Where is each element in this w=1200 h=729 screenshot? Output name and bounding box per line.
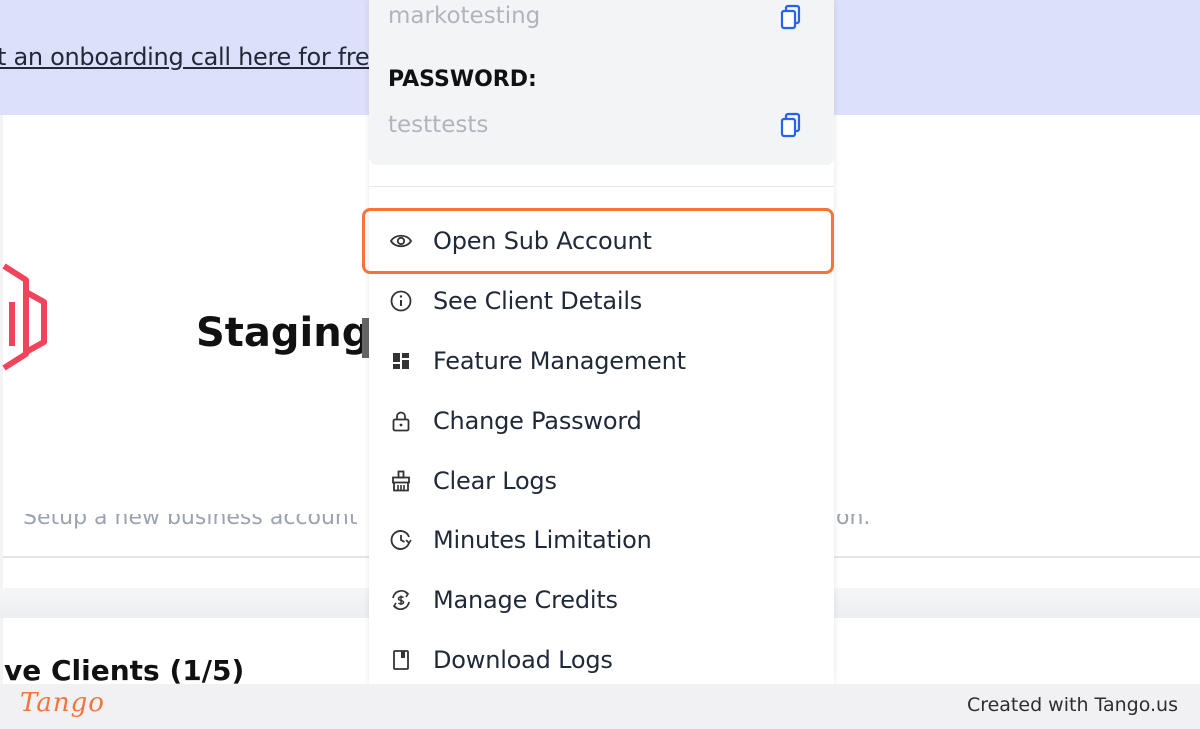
page-title: Staging (196, 310, 371, 356)
credentials-panel: markotesting PASSWORD: testtests (369, 0, 834, 165)
info-icon (390, 290, 412, 312)
tango-logo: Tango (20, 688, 105, 718)
eye-icon (390, 234, 412, 248)
broom-icon (392, 470, 410, 492)
menu-item-clear-logs[interactable]: Clear Logs (369, 453, 834, 509)
menu-item-label: Clear Logs (433, 467, 557, 495)
menu-item-label: See Client Details (433, 287, 643, 315)
created-with-tango-text: Created with Tango.us (966, 694, 1178, 716)
dropdown-divider (369, 186, 834, 187)
menu-item-feature-management[interactable]: Feature Management (369, 333, 834, 389)
clients-heading: ve Clients (1/5) (4, 654, 245, 687)
password-value: testtests (388, 112, 489, 138)
menu-item-manage-credits[interactable]: Manage Credits (369, 572, 834, 628)
copy-username-icon[interactable] (780, 4, 802, 30)
lock-icon (392, 411, 410, 432)
menu-item-open-sub-account[interactable]: Open Sub Account (369, 213, 834, 269)
menu-item-label: Open Sub Account (433, 227, 652, 255)
clock-icon (390, 530, 412, 550)
menu-item-change-password[interactable]: Change Password (369, 393, 834, 449)
account-actions-dropdown: markotesting PASSWORD: testtests Open Su… (369, 0, 834, 684)
menu-item-label: Feature Management (433, 347, 686, 375)
copy-password-icon[interactable] (780, 112, 802, 138)
menu-item-download-logs[interactable]: Download Logs (369, 632, 834, 688)
username-value: markotesting (388, 3, 541, 29)
menu-item-minutes-limitation[interactable]: Minutes Limitation (369, 512, 834, 568)
password-label: PASSWORD: (388, 67, 537, 92)
menu-item-label: Minutes Limitation (433, 526, 652, 554)
company-logo (2, 263, 47, 371)
menu-item-label: Download Logs (433, 646, 613, 674)
credits-icon (392, 590, 410, 610)
menu-item-label: Manage Credits (433, 586, 618, 614)
dashboard-icon (393, 353, 409, 369)
menu-item-see-client-details[interactable]: See Client Details (369, 273, 834, 329)
menu-item-label: Change Password (433, 407, 642, 435)
onboarding-call-link[interactable]: t an onboarding call here for free (0, 43, 384, 71)
file-icon (393, 650, 409, 670)
